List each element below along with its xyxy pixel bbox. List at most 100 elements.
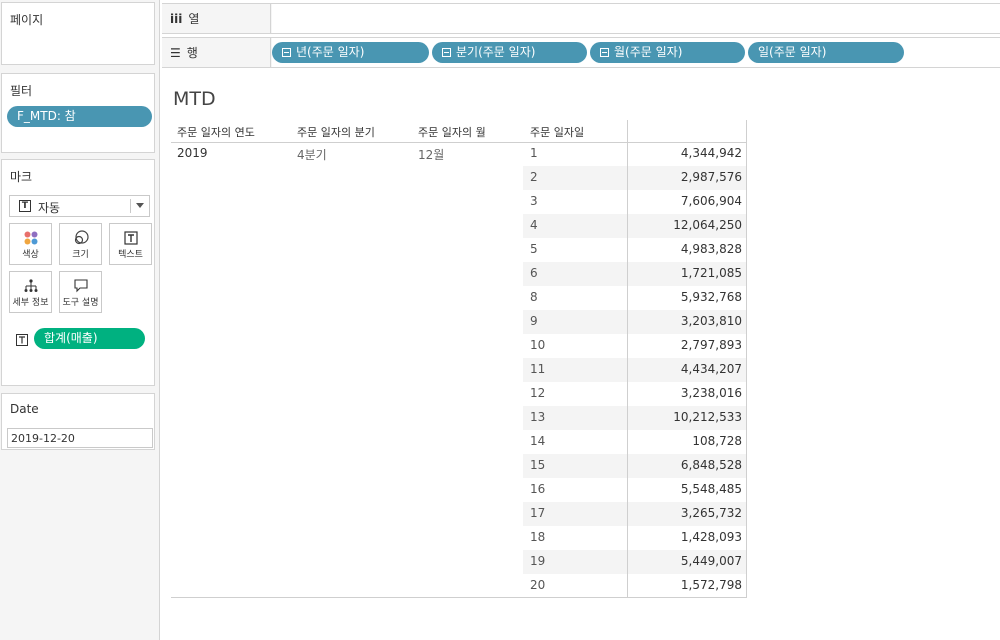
- measure-pill-sales[interactable]: 합계(매출): [34, 328, 145, 349]
- sales-value-cell: 108,728: [692, 434, 742, 448]
- day-cell: 4: [530, 218, 538, 232]
- detail-label: 세부 정보: [12, 298, 49, 308]
- date-field[interactable]: [7, 428, 153, 448]
- marks-card: 마크 T 자동 색상 크기 텍스트 세부 정보 도구 설명 합계(매출): [1, 159, 155, 386]
- worksheet-view: MTD 주문 일자의 연도 주문 일자의 분기 주문 일자의 월 주문 일자일 …: [162, 70, 1000, 640]
- left-panel: 페이지 필터 F_MTD: 참 마크 T 자동 색상 크기 텍스트 세부 정보 …: [0, 0, 160, 640]
- tooltip-button[interactable]: 도구 설명: [59, 271, 102, 313]
- day-cell: 8: [530, 290, 538, 304]
- text-button[interactable]: 텍스트: [109, 223, 152, 265]
- table-row[interactable]: 10 2,797,893: [523, 334, 746, 358]
- table-row[interactable]: 15 6,848,528: [523, 454, 746, 478]
- month-value[interactable]: 12월: [418, 146, 444, 163]
- pages-title: 페이지: [10, 13, 44, 27]
- filters-card[interactable]: 필터 F_MTD: 참: [1, 73, 155, 153]
- row-pill-month[interactable]: 월(주문 일자): [590, 42, 745, 63]
- table-row[interactable]: 13 10,212,533: [523, 406, 746, 430]
- sales-value-cell: 5,932,768: [680, 290, 742, 304]
- rows-shelf-label: ☰ 행: [162, 38, 271, 67]
- size-button[interactable]: 크기: [59, 223, 102, 265]
- columns-icon: iii: [170, 11, 183, 26]
- detail-button[interactable]: 세부 정보: [9, 271, 52, 313]
- date-parameter-card: Date: [1, 393, 155, 450]
- sales-value-cell: 7,606,904: [680, 194, 742, 208]
- table-bottom-border: [171, 597, 747, 598]
- year-value[interactable]: 2019: [177, 146, 208, 160]
- filter-pill-f-mtd[interactable]: F_MTD: 참: [7, 106, 152, 127]
- table-row[interactable]: 17 3,265,732: [523, 502, 746, 526]
- header-year[interactable]: 주문 일자의 연도: [177, 124, 255, 140]
- header-month[interactable]: 주문 일자의 월: [418, 124, 486, 140]
- table-row[interactable]: 16 5,548,485: [523, 478, 746, 502]
- size-circles-icon: [60, 230, 101, 246]
- collapse-icon[interactable]: [282, 48, 291, 57]
- table-row[interactable]: 20 1,572,798: [523, 574, 746, 598]
- quarter-value[interactable]: 4분기: [297, 146, 327, 163]
- day-cell: 16: [530, 482, 546, 496]
- collapse-icon[interactable]: [600, 48, 609, 57]
- row-pill-year[interactable]: 년(주문 일자): [272, 42, 429, 63]
- day-cell: 2: [530, 170, 538, 184]
- table-row[interactable]: 6 1,721,085: [523, 262, 746, 286]
- table-row[interactable]: 11 4,434,207: [523, 358, 746, 382]
- table-row[interactable]: 1 4,344,942: [523, 142, 746, 166]
- columns-drop-area[interactable]: [272, 4, 1000, 33]
- table-row[interactable]: 4 12,064,250: [523, 214, 746, 238]
- mark-type-value: 자동: [38, 201, 61, 215]
- table-right-border: [746, 120, 747, 598]
- table-row[interactable]: 2 2,987,576: [523, 166, 746, 190]
- day-cell: 15: [530, 458, 546, 472]
- text-mark-icon: T: [19, 200, 31, 212]
- day-cell: 6: [530, 266, 538, 280]
- table-row[interactable]: 18 1,428,093: [523, 526, 746, 550]
- mark-type-dropdown[interactable]: T 자동: [9, 195, 150, 217]
- table-row[interactable]: 8 5,932,768: [523, 286, 746, 310]
- color-button[interactable]: 색상: [9, 223, 52, 265]
- sales-value-cell: 1,721,085: [680, 266, 742, 280]
- table-row[interactable]: 9 3,203,810: [523, 310, 746, 334]
- day-cell: 1: [530, 146, 538, 160]
- marks-title: 마크: [10, 170, 33, 184]
- table-row[interactable]: 19 5,449,007: [523, 550, 746, 574]
- day-cell: 10: [530, 338, 546, 352]
- sales-value-cell: 12,064,250: [673, 218, 742, 232]
- detail-tree-icon: [10, 278, 51, 294]
- sales-value-cell: 2,987,576: [680, 170, 742, 184]
- table-row[interactable]: 3 7,606,904: [523, 190, 746, 214]
- data-table: 1 4,344,942 2 2,987,576 3 7,606,904 4 12,064,25…: [523, 142, 746, 598]
- pages-card[interactable]: 페이지: [1, 2, 155, 65]
- columns-label: 열: [188, 12, 200, 26]
- table-row[interactable]: 12 3,238,016: [523, 382, 746, 406]
- sales-value-cell: 1,572,798: [680, 578, 742, 592]
- row-pill-quarter[interactable]: 분기(주문 일자): [432, 42, 587, 63]
- color-label: 색상: [22, 250, 39, 260]
- table-row[interactable]: 5 4,983,828: [523, 238, 746, 262]
- header-quarter[interactable]: 주문 일자의 분기: [297, 124, 375, 140]
- sales-value-cell: 10,212,533: [673, 410, 742, 424]
- sales-value-cell: 4,434,207: [680, 362, 742, 376]
- text-t-icon: [110, 230, 151, 246]
- rows-shelf: ☰ 행 년(주문 일자) 분기(주문 일자) 월(주문 일자) 일(주문 일자): [162, 37, 1000, 68]
- day-cell: 3: [530, 194, 538, 208]
- day-cell: 13: [530, 410, 546, 424]
- date-title: Date: [10, 402, 39, 416]
- collapse-icon[interactable]: [442, 48, 451, 57]
- row-pill-day[interactable]: 일(주문 일자): [748, 42, 904, 63]
- header-divider: [171, 142, 747, 143]
- rows-icon: ☰: [170, 45, 181, 60]
- rows-drop-area[interactable]: 년(주문 일자) 분기(주문 일자) 월(주문 일자) 일(주문 일자): [272, 38, 1000, 67]
- sales-value-cell: 2,797,893: [680, 338, 742, 352]
- tooltip-label: 도구 설명: [62, 298, 99, 308]
- color-dots-icon: [10, 230, 51, 246]
- filters-title: 필터: [10, 84, 33, 98]
- row-pill-year-label: 년(주문 일자): [296, 45, 365, 59]
- text-encoding-icon: [16, 334, 28, 349]
- sales-value-cell: 3,203,810: [680, 314, 742, 328]
- row-pill-month-label: 월(주문 일자): [614, 45, 683, 59]
- table-row[interactable]: 14 108,728: [523, 430, 746, 454]
- header-day[interactable]: 주문 일자일: [530, 124, 584, 140]
- day-cell: 11: [530, 362, 546, 376]
- sales-value-cell: 4,983,828: [680, 242, 742, 256]
- day-cell: 14: [530, 434, 546, 448]
- day-cell: 19: [530, 554, 546, 568]
